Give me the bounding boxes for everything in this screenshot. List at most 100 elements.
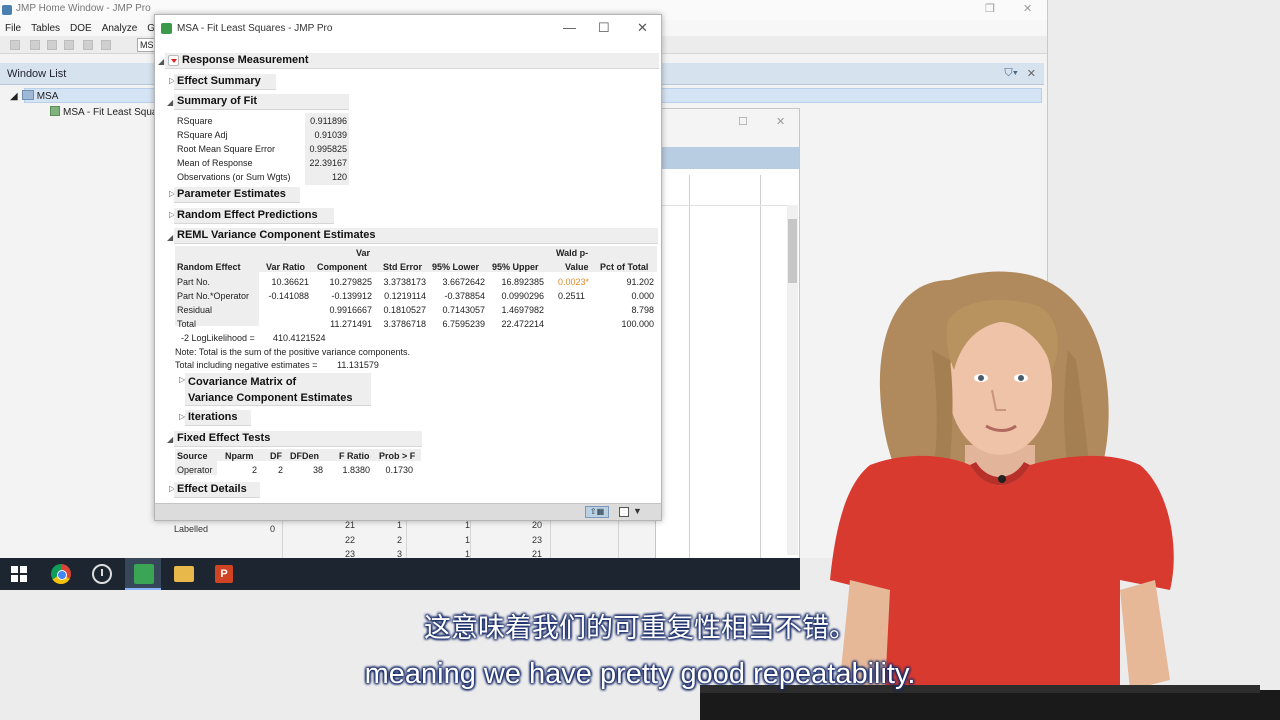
dropdown-icon[interactable]: ▼: [633, 506, 642, 516]
fixed-col-df: DF: [270, 451, 282, 461]
labelled-label: Labelled: [174, 524, 209, 534]
table-cell[interactable]: 23: [502, 535, 542, 545]
table-cell[interactable]: 1: [430, 535, 470, 545]
clock-app-icon[interactable]: [92, 564, 112, 584]
toolbar-save-icon[interactable]: [47, 40, 57, 50]
fit-value: 0.91039: [314, 130, 347, 140]
reml-cell: 0.9916667: [329, 305, 372, 315]
table-cell[interactable]: 2: [362, 535, 402, 545]
toolbar-new-icon[interactable]: [10, 40, 20, 50]
fit-label: RSquare Adj: [177, 130, 228, 140]
windows-start-icon[interactable]: [11, 566, 27, 582]
covariance-title-line-2: Variance Component Estimates: [188, 392, 353, 404]
video-frame: JMP Home Window - JMP Pro ❐ ✕ File Table…: [0, 0, 1280, 720]
fixed-col-prob: Prob > F: [379, 451, 416, 461]
menu-tables[interactable]: Tables: [31, 23, 60, 34]
col-header-pct: Pct of Total: [600, 262, 649, 272]
data-table-close-icon[interactable]: ✕: [776, 115, 785, 128]
fit-value: 0.911896: [310, 116, 347, 126]
report-title: MSA - Fit Least Squares - JMP Pro: [177, 23, 333, 34]
response-measurement-title: Response Measurement: [182, 54, 309, 66]
toolbar-cut-icon[interactable]: [83, 40, 93, 50]
reml-cell: 8.798: [631, 305, 654, 315]
summary-of-fit-outline[interactable]: Summary of Fit: [174, 94, 349, 110]
close-icon[interactable]: ✕: [1023, 2, 1032, 15]
collapse-icon[interactable]: ◢: [167, 435, 173, 444]
jmp-report-icon: [161, 23, 172, 34]
random-effect-predictions-outline[interactable]: Random Effect Predictions: [174, 208, 334, 224]
reml-cell: 22.472214: [501, 319, 544, 329]
iterations-outline[interactable]: Iterations: [185, 410, 251, 426]
tree-item-msa[interactable]: ◢ MSA: [10, 90, 58, 102]
reml-cell: 6.7595239: [442, 319, 485, 329]
reml-outline[interactable]: REML Variance Component Estimates: [174, 228, 658, 244]
table-cell[interactable]: 1: [362, 520, 402, 530]
taskbar-jmp[interactable]: [125, 558, 161, 590]
effect-summary-title: Effect Summary: [177, 75, 261, 87]
window-size-icon[interactable]: [619, 507, 629, 517]
menu-analyze[interactable]: Analyze: [102, 23, 138, 34]
reml-cell: 1.4697982: [501, 305, 544, 315]
grid-line: [689, 175, 690, 558]
table-cell[interactable]: 21: [315, 520, 355, 530]
fit-value: 22.39167: [309, 158, 347, 168]
close-window-list-icon[interactable]: ✕: [1027, 67, 1036, 80]
report-icon: [50, 106, 60, 116]
minimize-icon[interactable]: —: [563, 20, 576, 35]
close-icon[interactable]: ✕: [637, 20, 648, 36]
collapse-icon[interactable]: ◢: [167, 233, 173, 242]
fixed-col-source: Source: [177, 451, 208, 461]
window-list-title: Window List: [7, 68, 67, 80]
effect-summary-outline[interactable]: Effect Summary: [174, 74, 276, 90]
data-table-title-bar: ☐ ✕: [656, 109, 799, 147]
col-header-upper: 95% Upper: [492, 262, 539, 272]
reml-cell: 11.271491: [330, 319, 372, 329]
toolbar-copy-icon[interactable]: [101, 40, 111, 50]
loglik-value: 410.4121524: [273, 333, 326, 343]
collapse-icon[interactable]: ◢: [158, 57, 164, 66]
layout-icon[interactable]: ⇧▦: [585, 506, 609, 518]
fit-least-squares-window: MSA - Fit Least Squares - JMP Pro — ☐ ✕ …: [154, 14, 662, 521]
grid-line: [406, 518, 407, 560]
menu-file[interactable]: File: [5, 23, 21, 34]
powerpoint-icon[interactable]: P: [215, 565, 233, 583]
collapse-icon[interactable]: ◢: [167, 98, 173, 107]
menu-doe[interactable]: DOE: [70, 23, 92, 34]
tree-item-report[interactable]: MSA - Fit Least Square: [46, 106, 166, 118]
table-cell[interactable]: 22: [315, 535, 355, 545]
reml-cell: 16.892385: [501, 277, 544, 287]
reml-row-effect: Part No.: [177, 277, 211, 287]
reml-cell: 0.0990296: [501, 291, 544, 301]
negative-estimates-value: 11.131579: [337, 360, 379, 370]
jmp-taskbar-icon: [134, 564, 154, 584]
reml-cell: -0.378854: [444, 291, 485, 301]
chrome-icon[interactable]: [51, 564, 71, 584]
collapse-icon[interactable]: ◢: [10, 91, 18, 102]
toolbar-print-icon[interactable]: [64, 40, 74, 50]
maximize-icon[interactable]: ☐: [598, 20, 610, 36]
maximize-icon[interactable]: ❐: [985, 2, 995, 15]
col-header-wald: Wald p-: [556, 248, 589, 258]
fit-label: Root Mean Square Error: [177, 144, 276, 154]
presenter-video: [700, 271, 1280, 720]
toolbar-open-icon[interactable]: [30, 40, 40, 50]
red-triangle-menu-icon[interactable]: [168, 55, 179, 66]
parameter-estimates-outline[interactable]: Parameter Estimates: [174, 187, 300, 203]
fixed-effect-tests-title: Fixed Effect Tests: [177, 432, 271, 444]
data-table-header-band: [656, 147, 799, 169]
subtitle-chinese: 这意味着我们的可重复性相当不错。: [424, 613, 856, 644]
fixed-effect-tests-outline[interactable]: Fixed Effect Tests: [174, 431, 422, 447]
filter-icon[interactable]: ⛉▾: [1004, 67, 1018, 80]
table-cell[interactable]: 1: [430, 520, 470, 530]
col-header-wald-value: Value: [565, 262, 589, 272]
data-table-icon: [21, 90, 34, 100]
table-cell[interactable]: 20: [502, 520, 542, 530]
col-header-var-ratio: Var Ratio: [266, 262, 306, 272]
fixed-col-fratio: F Ratio: [339, 451, 370, 461]
data-table-maximize-icon[interactable]: ☐: [738, 115, 748, 128]
response-measurement-outline[interactable]: Response Measurement: [165, 53, 659, 69]
effect-details-outline[interactable]: Effect Details: [174, 482, 260, 498]
covariance-matrix-outline[interactable]: Covariance Matrix of Variance Component …: [185, 373, 371, 406]
reml-cell: 0.1219114: [384, 291, 426, 301]
file-explorer-icon[interactable]: [174, 566, 194, 582]
